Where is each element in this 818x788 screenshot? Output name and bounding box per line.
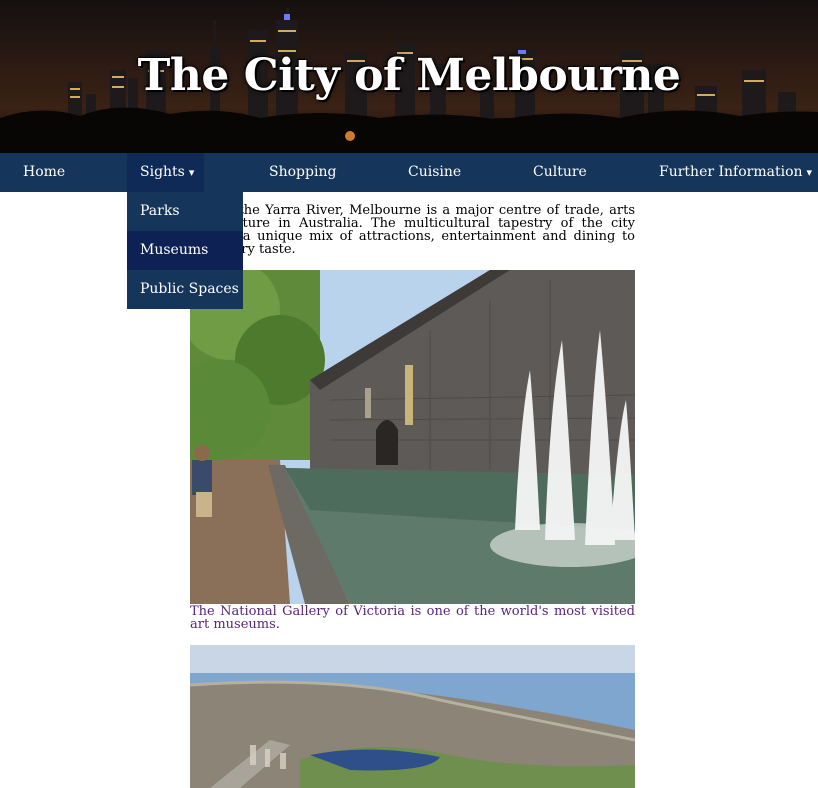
nav-sights[interactable]: Sights ▾: [127, 153, 204, 192]
nav-home[interactable]: Home: [23, 153, 65, 192]
nav-further-information-label: Further Information: [659, 164, 803, 180]
sights-dropdown: Parks Museums Public Spaces: [127, 192, 243, 309]
gallery-caption: The National Gallery of Victoria is one …: [190, 604, 635, 632]
aerial-photo: [190, 645, 635, 788]
nav-sights-label: Sights: [140, 164, 185, 180]
dropdown-item-public-spaces[interactable]: Public Spaces: [127, 270, 243, 309]
gallery-photo: [190, 270, 635, 604]
main-nav: Home Sights ▾ Shopping Cuisine Culture Fu…: [0, 153, 818, 192]
intro-paragraph: Set on the Yarra River, Melbourne is a m…: [190, 203, 635, 257]
dropdown-item-label: Public Spaces: [140, 281, 239, 297]
nav-culture-label: Culture: [533, 164, 587, 180]
dropdown-item-parks[interactable]: Parks: [127, 192, 243, 231]
chevron-down-icon: ▾: [188, 166, 195, 179]
nav-home-label: Home: [23, 164, 66, 180]
nav-shopping[interactable]: Shopping: [269, 153, 336, 192]
nav-cuisine[interactable]: Cuisine: [408, 153, 461, 192]
nav-further-information[interactable]: Further Information ▾: [659, 153, 812, 192]
dropdown-item-label: Museums: [140, 242, 209, 258]
chevron-down-icon: ▾: [806, 166, 813, 179]
header-banner: The City of Melbourne: [0, 0, 818, 153]
nav-cuisine-label: Cuisine: [408, 164, 462, 180]
dropdown-item-museums[interactable]: Museums: [127, 231, 243, 270]
dropdown-item-label: Parks: [140, 203, 180, 219]
nav-shopping-label: Shopping: [269, 164, 337, 180]
nav-culture[interactable]: Culture: [533, 153, 587, 192]
page-title: The City of Melbourne: [137, 50, 681, 101]
